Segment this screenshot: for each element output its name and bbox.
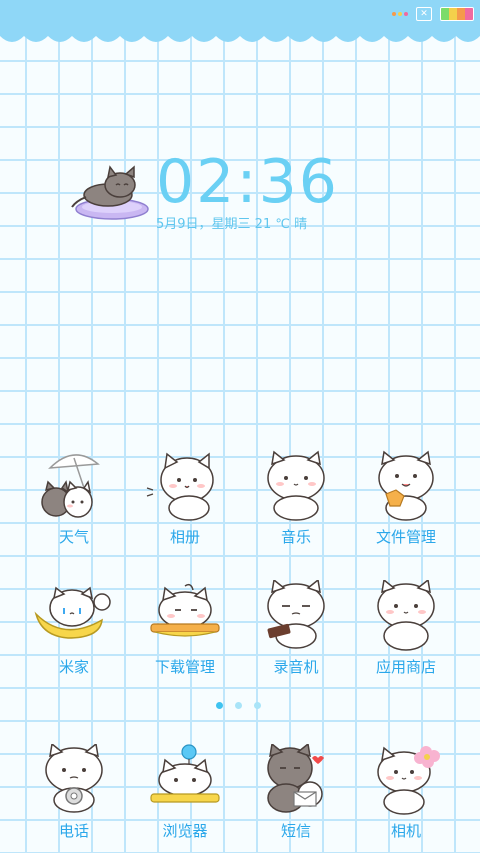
cat-shy-icon	[377, 580, 435, 651]
clock-date-weather: 5月9日，星期三 21 ℃ 晴	[156, 217, 308, 232]
cat-phone-icon	[45, 744, 103, 813]
app-music[interactable]: 音乐	[241, 450, 351, 560]
cat-letter-icon	[267, 744, 324, 813]
close-box-icon: ✕	[416, 7, 432, 21]
scallop-border	[0, 30, 480, 42]
cat-banana-icon	[34, 586, 111, 639]
app-label: 相机	[390, 822, 421, 840]
dock-phone[interactable]: 电话	[19, 744, 129, 853]
dock-messages[interactable]: 短信	[241, 744, 351, 853]
page-dot[interactable]	[235, 702, 242, 709]
status-icons: ✕	[392, 6, 474, 22]
page-indicator[interactable]	[216, 702, 261, 709]
clock-time: 02:36	[156, 147, 339, 217]
app-gallery[interactable]: 相册	[130, 450, 240, 560]
dock-browser[interactable]: 浏览器	[130, 744, 240, 853]
cat-sitting-icon	[267, 450, 325, 521]
cat-cookie-icon	[378, 450, 434, 521]
app-recorder[interactable]: 录音机	[241, 580, 351, 690]
dock-camera[interactable]: 相机	[351, 744, 461, 853]
app-label: 米家	[58, 658, 89, 676]
app-label: 天气	[58, 528, 89, 546]
page-dot[interactable]	[254, 702, 261, 709]
cat-lying-on-pillow-icon	[71, 165, 149, 220]
cat-bowl-icon	[150, 583, 220, 637]
cat-smug-icon	[267, 580, 325, 649]
cat-balloon-icon	[150, 744, 220, 803]
battery-icon	[440, 7, 474, 21]
app-download-manager[interactable]: 下载管理	[130, 580, 240, 690]
clock-widget[interactable]: 02:36 5月9日，星期三 21 ℃ 晴	[64, 147, 364, 235]
app-label: 应用商店	[375, 658, 436, 676]
app-label: 浏览器	[162, 822, 208, 840]
app-file-manager[interactable]: 文件管理	[351, 450, 461, 560]
page-dot-active[interactable]	[216, 702, 223, 709]
app-label: 电话	[58, 822, 89, 840]
app-weather[interactable]: 天气	[19, 450, 129, 560]
app-app-store[interactable]: 应用商店	[351, 580, 461, 690]
app-label: 短信	[280, 822, 311, 840]
app-mijia[interactable]: 米家	[19, 580, 129, 690]
status-bar: ✕	[0, 0, 480, 34]
cat-flower-icon	[377, 746, 440, 815]
app-label: 相册	[169, 528, 200, 546]
app-label: 录音机	[273, 658, 319, 676]
app-label: 文件管理	[375, 528, 436, 546]
notification-dots-icon	[392, 12, 408, 16]
app-label: 音乐	[280, 528, 311, 546]
cat-umbrella-icon	[41, 454, 100, 518]
cat-waving-icon	[146, 452, 214, 521]
app-label: 下载管理	[154, 658, 215, 676]
